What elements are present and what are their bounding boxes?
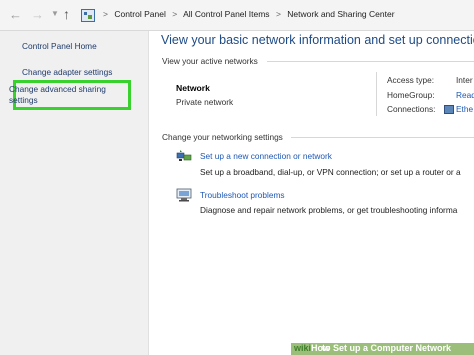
change-adapter-settings-link[interactable]: Change adapter settings [22, 67, 112, 77]
breadcrumb-all-items[interactable]: All Control Panel Items [183, 9, 269, 19]
divider [267, 61, 474, 62]
recent-locations-button[interactable]: ▼ [51, 9, 59, 18]
control-panel-icon [81, 9, 95, 22]
change-settings-label: Change your networking settings [162, 132, 283, 142]
forward-button[interactable]: → [31, 7, 44, 22]
wikihow-brand-a: wiki [294, 343, 312, 353]
advanced-sharing-line-1[interactable]: Change advanced sharing [9, 84, 127, 95]
vertical-divider [376, 72, 377, 116]
back-button[interactable]: ← [9, 7, 22, 22]
access-type-label: Access type: [387, 75, 435, 85]
divider [291, 137, 474, 138]
up-button[interactable]: ↑ [63, 6, 70, 22]
page-title: View your basic network information and … [161, 33, 474, 47]
active-networks-label: View your active networks [162, 56, 258, 66]
troubleshoot-icon [176, 188, 192, 202]
watermark-title: to Set up a Computer Network [322, 343, 452, 353]
breadcrumb-separator: > [172, 9, 178, 19]
troubleshoot-link[interactable]: Troubleshoot problems [200, 190, 285, 200]
homegroup-link[interactable]: Read [456, 90, 474, 100]
connections-label: Connections: [387, 104, 436, 114]
network-type: Private network [176, 97, 234, 107]
breadcrumb-separator: > [103, 9, 108, 19]
breadcrumb-network-sharing[interactable]: Network and Sharing Center [287, 9, 394, 19]
connection-link[interactable]: Ethe [456, 104, 473, 114]
homegroup-label: HomeGroup: [387, 90, 435, 100]
network-setup-icon [176, 150, 192, 161]
breadcrumb-control-panel[interactable]: Control Panel [114, 9, 166, 19]
ethernet-icon [444, 105, 454, 114]
access-type-value: Inter [456, 75, 473, 85]
address-bar: ← → ▼ ↑ > Control Panel > All Control Pa… [0, 0, 474, 31]
advanced-sharing-line-2[interactable]: settings [9, 95, 127, 106]
setup-connection-link[interactable]: Set up a new connection or network [200, 151, 332, 161]
breadcrumb: > Control Panel > All Control Panel Item… [99, 9, 395, 19]
change-advanced-sharing-link[interactable]: Change advanced sharing settings [9, 84, 127, 106]
network-name: Network [176, 83, 210, 93]
setup-connection-desc: Set up a broadband, dial-up, or VPN conn… [200, 167, 461, 177]
troubleshoot-desc: Diagnose and repair network problems, or… [200, 205, 458, 215]
breadcrumb-separator: > [275, 9, 281, 19]
control-panel-home-link[interactable]: Control Panel Home [22, 41, 97, 51]
